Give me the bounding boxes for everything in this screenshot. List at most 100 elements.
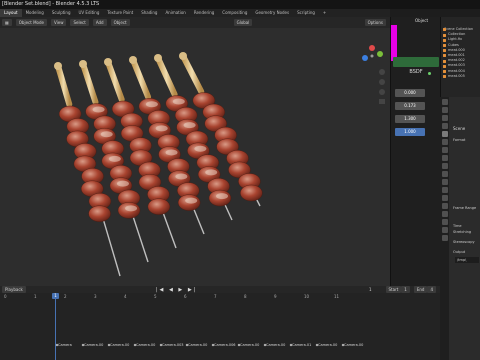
- properties-tab-icon[interactable]: [441, 235, 448, 241]
- frame-number: 7: [214, 294, 217, 299]
- frame-number: 2: [64, 294, 67, 299]
- start-frame-field[interactable]: 1: [401, 286, 410, 293]
- navigation-gizmo[interactable]: [362, 45, 383, 61]
- properties-tab-icon[interactable]: [441, 131, 448, 137]
- tab-animation[interactable]: Animation: [161, 9, 189, 17]
- tab-geometry-nodes[interactable]: Geometry Nodes: [251, 9, 293, 17]
- properties-tab-icon[interactable]: [441, 123, 448, 129]
- output-path-field[interactable]: /tmp\: [455, 257, 479, 263]
- timeline-marker[interactable]: Camera.00: [344, 343, 363, 347]
- node-value-field[interactable]: 0.173: [395, 102, 425, 110]
- properties-tab-icon[interactable]: [441, 139, 448, 145]
- tab-shading[interactable]: Shading: [137, 9, 161, 17]
- add-menu[interactable]: Add: [92, 19, 107, 26]
- tab-modeling[interactable]: Modeling: [22, 9, 48, 17]
- current-frame-field[interactable]: 1: [369, 287, 372, 292]
- timeline-marker[interactable]: Camera.003: [162, 343, 184, 347]
- tab-sculpting[interactable]: Sculpting: [48, 9, 75, 17]
- frame-number: 5: [154, 294, 157, 299]
- tab--[interactable]: +: [319, 9, 330, 17]
- frame-number: 6: [184, 294, 187, 299]
- timeline-marker[interactable]: Camera.01: [292, 343, 311, 347]
- outliner: Scene Collection Collection Light.fix Cubes…: [440, 17, 480, 97]
- timeline-marker[interactable]: Camera.00: [136, 343, 155, 347]
- viewport-header: ▦ Object Mode View Select Add Object Glo…: [0, 17, 390, 28]
- tab-texture-paint[interactable]: Texture Paint: [103, 9, 137, 17]
- properties-tab-icon[interactable]: [441, 211, 448, 217]
- properties-tab-icon[interactable]: [441, 147, 448, 153]
- properties-tab-icon[interactable]: [441, 107, 448, 113]
- timeline-marker[interactable]: Camera.00: [240, 343, 259, 347]
- timeline-marker[interactable]: Camera: [58, 343, 72, 347]
- tab-scripting[interactable]: Scripting: [293, 9, 319, 17]
- node-value-field[interactable]: 1.000: [395, 128, 425, 136]
- playback-controls[interactable]: |◀ ◀ ▶ ▶|: [156, 287, 198, 293]
- timeline-marker[interactable]: Camera.00: [188, 343, 207, 347]
- tab-rendering[interactable]: Rendering: [190, 9, 218, 17]
- timeline-header: Playback |◀ ◀ ▶ ▶| 1 Start 1 End 4: [0, 286, 440, 293]
- transform-orientation[interactable]: Global: [233, 19, 253, 26]
- mode-select[interactable]: Object Mode: [15, 19, 47, 26]
- end-frame-label: End: [413, 286, 428, 293]
- node-panel-header: Object: [415, 18, 429, 23]
- node-socket-icon[interactable]: [428, 72, 431, 75]
- frame-number: 4: [124, 294, 127, 299]
- frame-number: 8: [244, 294, 247, 299]
- options-button[interactable]: Options: [364, 19, 386, 26]
- node-value-field[interactable]: 1.300: [395, 115, 425, 123]
- skewer: [54, 62, 121, 277]
- property-section-header[interactable]: Format: [453, 137, 480, 143]
- playhead-frame-label[interactable]: 1: [52, 293, 59, 299]
- timeline-marker[interactable]: Camera.00: [266, 343, 285, 347]
- outliner-item[interactable]: meat.005: [441, 74, 480, 79]
- tab-compositing[interactable]: Compositing: [218, 9, 251, 17]
- window-title: [Blender Set.blend] - Blender 4.5.3 LTS: [0, 0, 480, 9]
- timeline-marker[interactable]: Camera.00: [84, 343, 103, 347]
- pink-node-strip: [391, 25, 397, 61]
- workspace-tabs: Layout Modeling Sculpting UV Editing Texture…: [0, 9, 390, 17]
- kebab-render: [54, 45, 385, 277]
- timeline-marker[interactable]: Camera.00: [110, 343, 129, 347]
- view-menu[interactable]: View: [50, 19, 67, 26]
- properties-tab-icon[interactable]: [441, 187, 448, 193]
- timeline-marker[interactable]: Camera.00: [318, 343, 337, 347]
- properties-tab-icon[interactable]: [441, 115, 448, 121]
- node-green-header: [393, 57, 439, 67]
- properties-tab-icon[interactable]: [441, 163, 448, 169]
- scene-label: Scene: [453, 126, 466, 131]
- properties-tab-icon[interactable]: [441, 219, 448, 225]
- editor-type-button[interactable]: ▦: [2, 19, 12, 26]
- viewport-tool-icons[interactable]: [379, 69, 385, 104]
- tab-uv-editing[interactable]: UV Editing: [75, 9, 104, 17]
- bsdf-label: BSDF: [409, 69, 423, 75]
- properties-tab-icon[interactable]: [441, 227, 448, 233]
- properties-tab-icon[interactable]: [441, 171, 448, 177]
- property-section-header[interactable]: Stereoscopy: [453, 239, 480, 245]
- properties-tabs: [440, 97, 449, 360]
- property-section-header[interactable]: Output: [453, 249, 480, 255]
- node-editor-panel: Object BSDF 0.000 0.173 1.300 1.000: [390, 17, 440, 286]
- properties-tab-icon[interactable]: [441, 155, 448, 161]
- 3d-viewport[interactable]: [0, 28, 390, 286]
- object-menu[interactable]: Object: [110, 19, 130, 26]
- start-frame-label: Start: [385, 286, 402, 293]
- playhead[interactable]: [55, 293, 56, 360]
- property-section-header[interactable]: Frame Range: [453, 205, 480, 211]
- frame-number: 9: [274, 294, 277, 299]
- end-frame-field[interactable]: 4: [427, 286, 436, 293]
- properties-tab-icon[interactable]: [441, 179, 448, 185]
- timeline-area[interactable]: 0 1 2 3 4 5 6 7 8 9 10 11 1 Camera Camera.00 Camera.0…: [0, 293, 440, 360]
- frame-number: 10: [304, 294, 310, 299]
- properties-tab-icon[interactable]: [441, 195, 448, 201]
- properties-tab-icon[interactable]: [441, 203, 448, 209]
- frame-number: 11: [334, 294, 340, 299]
- frame-number: 1: [34, 294, 37, 299]
- properties-tab-icon[interactable]: [441, 99, 448, 105]
- node-value-field[interactable]: 0.000: [395, 89, 425, 97]
- frame-number: 3: [94, 294, 97, 299]
- select-menu[interactable]: Select: [70, 19, 89, 26]
- tab-layout[interactable]: Layout: [0, 9, 22, 17]
- timeline-marker[interactable]: Camera.006: [214, 343, 236, 347]
- property-section-header[interactable]: Time Stretching: [453, 223, 480, 235]
- playback-menu[interactable]: Playback: [2, 286, 26, 293]
